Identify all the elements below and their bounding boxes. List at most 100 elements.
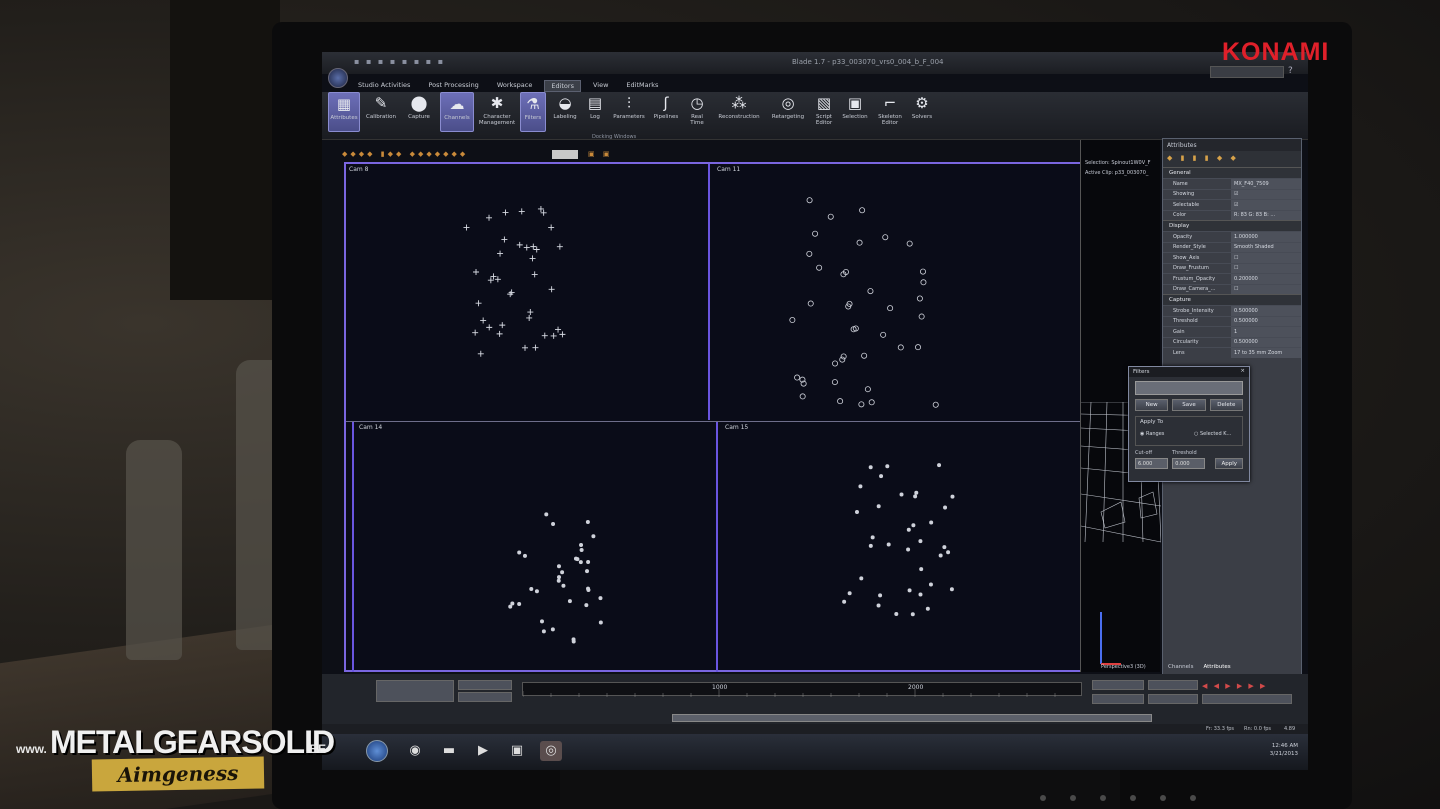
- menu-item-workspace[interactable]: Workspace: [491, 80, 539, 92]
- attr-value[interactable]: 0.500000: [1231, 337, 1301, 347]
- attr-value[interactable]: 0.200000: [1231, 274, 1301, 284]
- save-button[interactable]: Save: [1172, 399, 1206, 411]
- script-editor-button[interactable]: ▧ Script Editor: [812, 92, 836, 132]
- speed-field[interactable]: [1148, 680, 1198, 690]
- marker-point: [579, 543, 584, 548]
- capture-fps: Fr: 33.3 fps: [1206, 726, 1235, 732]
- end-frame-field[interactable]: [458, 692, 512, 702]
- filters-button[interactable]: ⚗ Filters: [520, 92, 546, 132]
- app-icon[interactable]: ▣: [506, 741, 528, 761]
- marker-point: [502, 209, 509, 216]
- calibration-button[interactable]: ✎ Calibration: [364, 92, 398, 132]
- menu-item-editors[interactable]: Editors: [544, 80, 581, 92]
- ranges-radio[interactable]: ◉ Ranges: [1140, 431, 1164, 437]
- attr-value[interactable]: ☑: [1231, 189, 1301, 199]
- marker-point: [586, 560, 591, 565]
- attr-value[interactable]: 1: [1231, 327, 1301, 337]
- skeleton-editor-button[interactable]: ⌐ Skeleton Editor: [874, 92, 906, 132]
- menu-item-studio-activities[interactable]: Studio Activities: [352, 80, 416, 92]
- pipelines-button[interactable]: ʃ Pipelines: [652, 92, 680, 132]
- attr-value[interactable]: R: 83 G: 83 B: ...: [1231, 210, 1301, 220]
- attributes-button[interactable]: ▦ Attributes: [328, 92, 360, 132]
- labeling-button[interactable]: ◒ Labeling: [550, 92, 580, 132]
- current-frame-field[interactable]: [1092, 680, 1144, 690]
- range-end-field[interactable]: [1148, 694, 1198, 704]
- reconstruction-button[interactable]: ⁂ Reconstruction: [714, 92, 764, 132]
- tab-channels[interactable]: Channels: [1168, 664, 1193, 674]
- attr-value[interactable]: ☐: [1231, 284, 1301, 294]
- character-management-button[interactable]: ✱ Character Management: [478, 92, 516, 132]
- attr-value[interactable]: MX_F40_7509: [1231, 179, 1301, 189]
- marker-point: [544, 512, 549, 517]
- range-field[interactable]: [376, 680, 454, 702]
- new-button[interactable]: New: [1135, 399, 1169, 411]
- log-button[interactable]: ▤ Log: [584, 92, 606, 132]
- retargeting-button[interactable]: ◎ Retargeting: [768, 92, 808, 132]
- attr-value[interactable]: ☑: [1231, 200, 1301, 210]
- attr-value[interactable]: 1.000000: [1231, 232, 1301, 242]
- selected-radio[interactable]: ○ Selected K...: [1194, 431, 1231, 437]
- close-icon[interactable]: ×: [1240, 368, 1245, 374]
- attr-value[interactable]: 0.500000: [1231, 306, 1301, 316]
- timeline-scrollbar[interactable]: [672, 714, 1152, 722]
- quick-access-toolbar[interactable]: ▪ ▪ ▪ ▪ ▪ ▪ ▪ ▪: [354, 57, 445, 66]
- apply-button[interactable]: Apply: [1215, 458, 1243, 469]
- viewport-cam-8[interactable]: Cam 8: [346, 164, 714, 420]
- delete-button[interactable]: Delete: [1209, 399, 1243, 411]
- attr-section-capture[interactable]: Capture: [1163, 294, 1301, 305]
- app-menu-button[interactable]: [328, 68, 348, 88]
- filter-preset-dropdown[interactable]: [1135, 381, 1243, 395]
- menu-item-post-processing[interactable]: Post Processing: [422, 80, 484, 92]
- tab-attributes[interactable]: Attributes: [1203, 664, 1230, 674]
- capture-button[interactable]: ⬤ Capture: [402, 92, 436, 132]
- playback-mode-field[interactable]: [1202, 694, 1292, 704]
- cutoff-input[interactable]: 6.000: [1135, 458, 1169, 469]
- attr-value[interactable]: ☐: [1231, 253, 1301, 263]
- help-icon[interactable]: ?: [1288, 66, 1293, 76]
- attr-section-display[interactable]: Display: [1163, 220, 1301, 231]
- viewport-cam-11[interactable]: Cam 11: [714, 164, 1082, 420]
- selection-button[interactable]: ▣ Selection: [840, 92, 870, 132]
- realtime-icon: ◷: [690, 94, 704, 112]
- solvers-button[interactable]: ⚙ Solvers: [910, 92, 934, 132]
- viewport-cam-14[interactable]: Cam 14: [356, 422, 714, 672]
- firefox-icon[interactable]: ◉: [404, 741, 426, 761]
- start-frame-field[interactable]: [458, 680, 512, 690]
- attr-value[interactable]: 0.500000: [1231, 316, 1301, 326]
- threshold-label: Threshold: [1172, 450, 1197, 456]
- attr-value[interactable]: Smooth Shaded: [1231, 242, 1301, 252]
- timeline-track[interactable]: [522, 682, 1082, 697]
- folder-icon[interactable]: ▬: [438, 741, 460, 761]
- taskbar-clock[interactable]: 12:46 AM 3/21/2013: [1270, 742, 1298, 758]
- start-button[interactable]: [366, 740, 388, 762]
- parameters-button[interactable]: ⫶ Parameters: [610, 92, 648, 132]
- attr-section-general[interactable]: General: [1163, 167, 1301, 178]
- search-input[interactable]: [1210, 66, 1284, 78]
- marker-point: [943, 505, 948, 510]
- channels-button[interactable]: ☁ Channels: [440, 92, 474, 132]
- viewport-label: Cam 8: [349, 166, 369, 173]
- blade-icon[interactable]: ◎: [540, 741, 562, 761]
- marker-point: [806, 250, 813, 257]
- marker-point: [490, 273, 497, 280]
- viewport-toolbar-right[interactable]: ▣ ▣: [588, 150, 628, 160]
- viewport-toolbar[interactable]: ◆◆◆◆ ▮◆◆ ◆◆◆◆◆◆◆: [342, 150, 1082, 160]
- attr-row: Frustum_Opacity 0.200000: [1163, 273, 1301, 284]
- real-time-button[interactable]: ◷ Real Time: [684, 92, 710, 132]
- viewport-cam-15[interactable]: Cam 15: [722, 422, 1082, 672]
- range-start-field[interactable]: [1092, 694, 1144, 704]
- viewport-toolbar-field[interactable]: [552, 150, 578, 159]
- transport-controls[interactable]: ◀ ◀ ▶ ▶ ▶ ▶: [1202, 682, 1267, 690]
- marker-point: [540, 209, 547, 216]
- threshold-input[interactable]: 0.000: [1172, 458, 1206, 469]
- marker-point: [832, 360, 839, 367]
- media-icon[interactable]: ▶: [472, 741, 494, 761]
- attr-row: Circularity 0.500000: [1163, 336, 1301, 347]
- menu-item-view[interactable]: View: [587, 80, 614, 92]
- camera-viewports[interactable]: Cam 8 Cam 11 Cam 14 Cam 15: [344, 162, 1082, 672]
- menu-item-editmarks[interactable]: EditMarks: [620, 80, 664, 92]
- reconstruction-icon: ⁂: [731, 94, 747, 112]
- attr-value[interactable]: ☐: [1231, 263, 1301, 273]
- attr-value[interactable]: 17 to 35 mm Zoom: [1231, 348, 1301, 358]
- attributes-toolbar[interactable]: ◆ ▮ ▮ ▮ ◆ ◆: [1163, 151, 1301, 167]
